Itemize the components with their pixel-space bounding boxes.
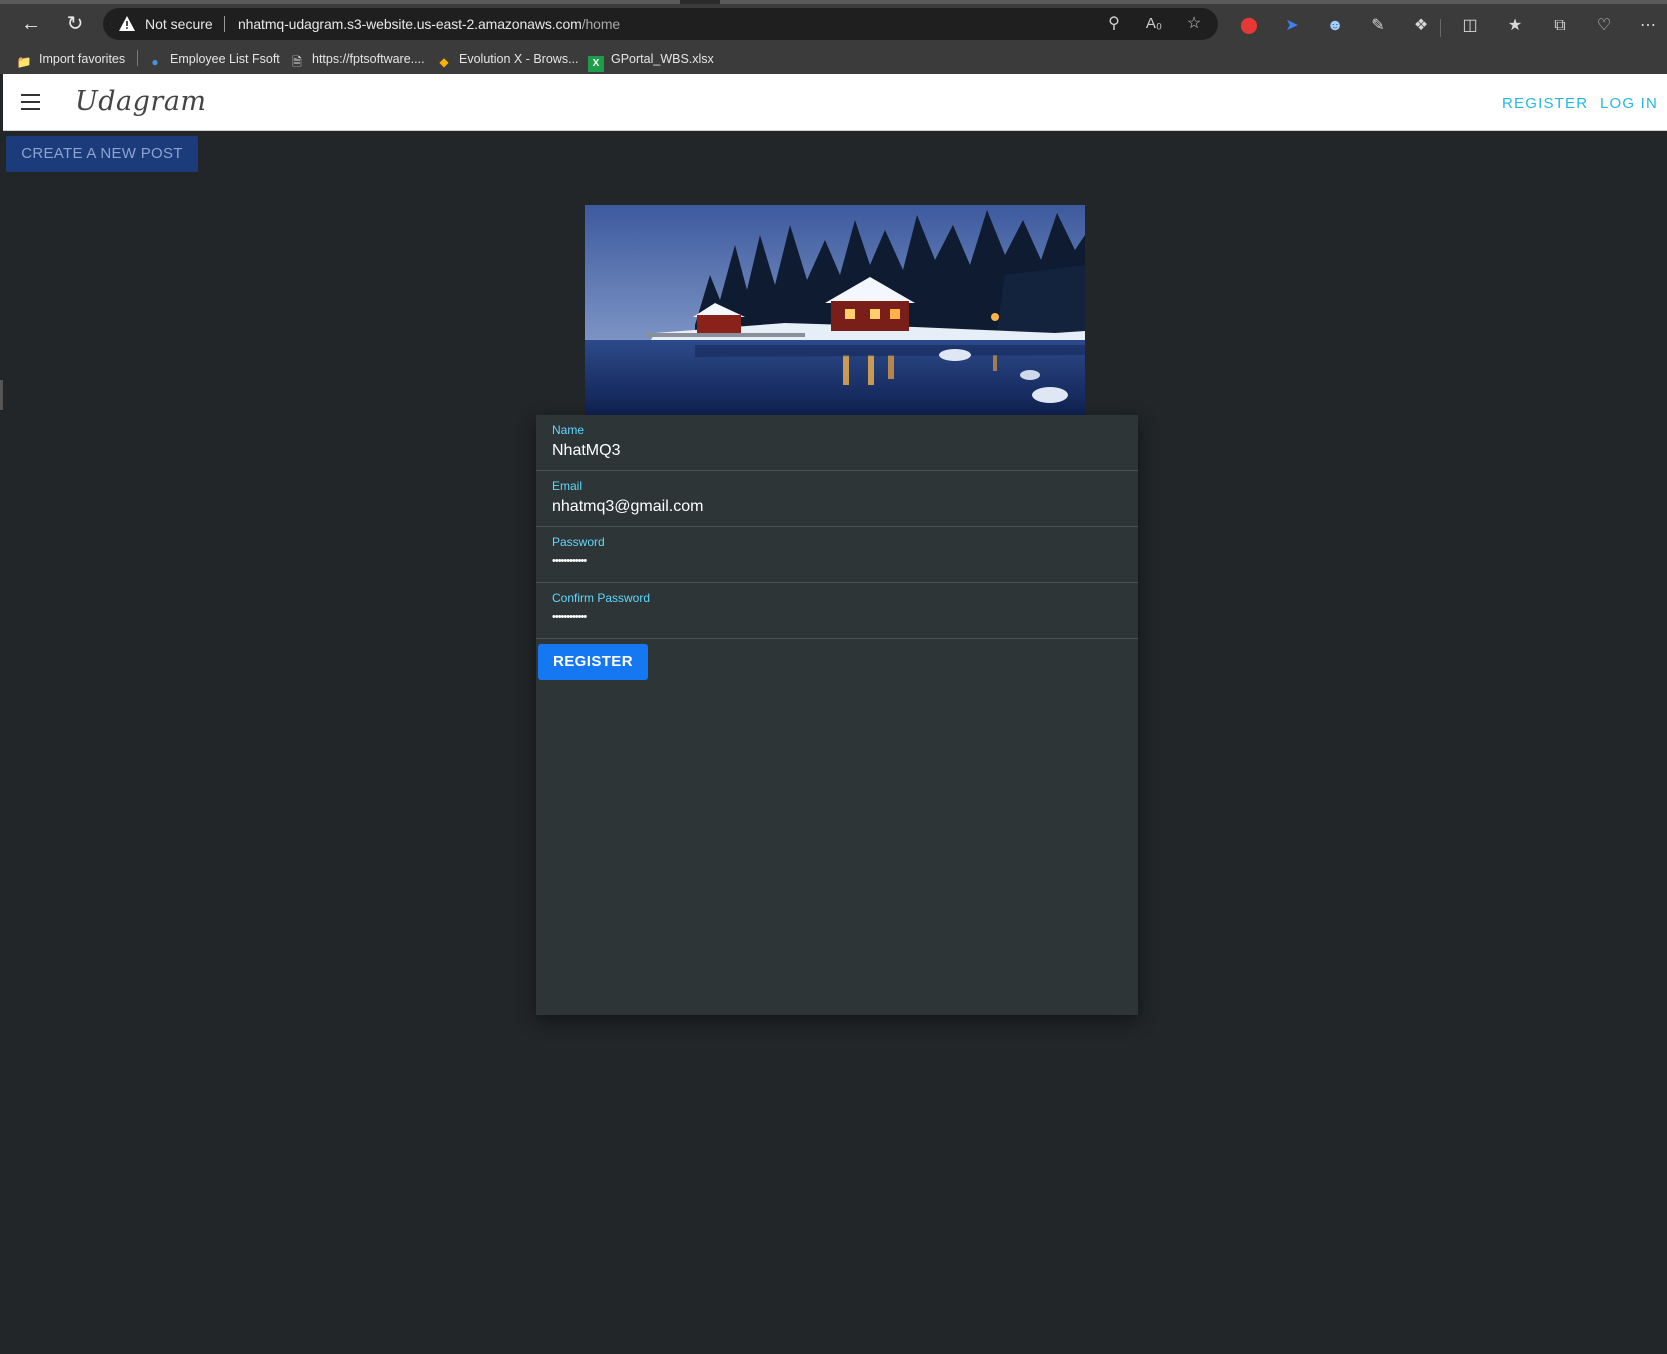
extensions-puzzle-icon[interactable]: ❖ [1409, 14, 1433, 38]
hero-image [585, 205, 1085, 415]
menu-icon[interactable] [21, 94, 41, 110]
bookmark-label: GPortal_WBS.xlsx [611, 52, 714, 66]
browser-chrome: ← ↻ Not secure nhatmq-udagram.s3-website… [0, 0, 1667, 74]
bookmark-employee-list[interactable]: ● Employee List Fsoft [147, 50, 280, 69]
color-picker-icon[interactable]: ✎ [1366, 14, 1390, 38]
email-field[interactable]: Email nhatmq3@gmail.com [536, 471, 1138, 527]
password-field[interactable]: Password •••••••••••• [536, 527, 1138, 583]
name-field[interactable]: Name NhatMQ3 [536, 415, 1138, 471]
email-label: Email [552, 479, 583, 493]
confirm-password-label: Confirm Password [552, 591, 651, 605]
bookmark-evolution-x[interactable]: ◆ Evolution X - Brows... [436, 50, 579, 69]
star-icon[interactable]: ☆ [1183, 13, 1205, 35]
more-menu-icon[interactable]: ⋯ [1636, 14, 1660, 38]
warning-icon [119, 16, 135, 31]
tab-indicator [720, 0, 1667, 4]
security-status[interactable]: Not secure [145, 16, 213, 32]
bookmark-label: Import favorites [39, 52, 126, 66]
register-form: Name NhatMQ3 Email nhatmq3@gmail.com Pas… [536, 415, 1138, 1015]
collections-icon[interactable]: ⧉ [1548, 14, 1572, 38]
url-text[interactable]: nhatmq-udagram.s3-website.us-east-2.amaz… [238, 16, 620, 32]
bookmark-import-favorites[interactable]: 📁 Import favorites [16, 50, 126, 69]
nav-login-link[interactable]: LOG IN [1600, 95, 1658, 112]
register-submit-button[interactable]: REGISTER [538, 644, 648, 680]
bookmarks-divider [137, 50, 138, 66]
confirm-password-field[interactable]: Confirm Password •••••••••••• [536, 583, 1138, 639]
browser-toolbar: ← ↻ Not secure nhatmq-udagram.s3-website… [0, 5, 1667, 43]
split-screen-icon[interactable]: ◫ [1458, 14, 1482, 38]
adblock-icon[interactable]: ⬤ [1237, 14, 1261, 38]
bookmark-gportal-wbs[interactable]: X GPortal_WBS.xlsx [588, 50, 714, 72]
reload-icon[interactable]: ↻ [60, 9, 90, 39]
extension-arrow-icon[interactable]: ➤ [1280, 14, 1304, 38]
create-post-button[interactable]: CREATE A NEW POST [6, 136, 198, 172]
email-input[interactable]: nhatmq3@gmail.com [552, 498, 703, 516]
page: Udagram REGISTER LOG IN CREATE A NEW POS… [3, 74, 1667, 1354]
extension-face-icon[interactable]: ☻ [1323, 14, 1347, 38]
name-label: Name [552, 423, 585, 437]
nav-register-link[interactable]: REGISTER [1502, 95, 1588, 112]
browser-essentials-icon[interactable]: ♡ [1592, 14, 1616, 38]
password-label: Password [552, 535, 605, 549]
name-input[interactable]: NhatMQ3 [552, 442, 620, 460]
page-icon: 🗎 [292, 55, 302, 69]
bookmark-label: Evolution X - Brows... [459, 52, 579, 66]
bookmark-fptsoftware[interactable]: 🗎 https://fptsoftware.... [289, 50, 425, 69]
read-aloud-icon[interactable]: A₀ [1143, 13, 1165, 35]
bookmark-label: https://fptsoftware.... [312, 52, 425, 66]
password-input[interactable]: •••••••••••• [552, 555, 587, 567]
import-icon: 📁 [16, 55, 32, 69]
divider [224, 16, 225, 32]
favorites-icon[interactable]: ★ [1503, 14, 1527, 38]
toolbar-divider [1440, 19, 1441, 37]
bookmark-label: Employee List Fsoft [170, 52, 280, 66]
url-host: nhatmq-udagram.s3-website.us-east-2.amaz… [238, 16, 582, 32]
tab-indicator [0, 0, 680, 4]
evolution-icon: ◆ [439, 55, 449, 69]
back-icon[interactable]: ← [16, 9, 46, 39]
brand-title[interactable]: Udagram [75, 86, 207, 117]
globe-icon: ● [151, 55, 159, 69]
app-toolbar: Udagram REGISTER LOG IN [3, 74, 1667, 131]
key-icon[interactable]: ⚲ [1103, 13, 1125, 35]
address-bar[interactable]: Not secure nhatmq-udagram.s3-website.us-… [103, 8, 1218, 40]
excel-icon: X [588, 56, 604, 72]
confirm-password-input[interactable]: •••••••••••• [552, 611, 587, 623]
url-path: /home [581, 16, 621, 32]
bookmarks-bar: 📁 Import favorites ● Employee List Fsoft 🗎… [0, 44, 1667, 74]
